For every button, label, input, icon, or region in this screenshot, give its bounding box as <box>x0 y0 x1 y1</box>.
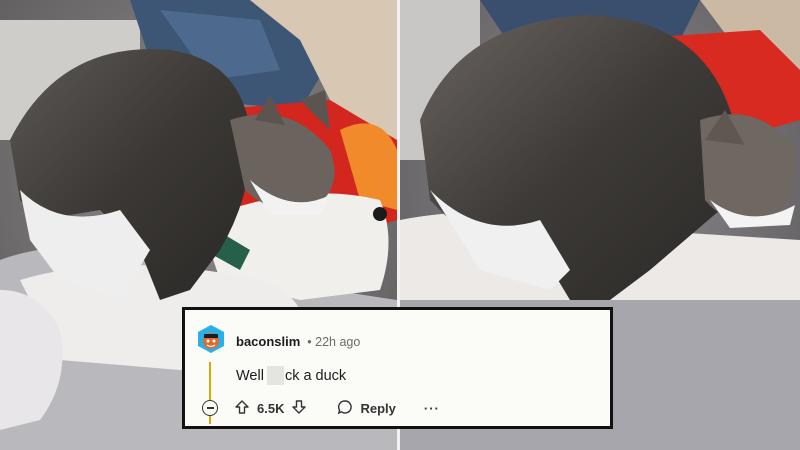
comment-body: Well ck a duck <box>236 366 346 385</box>
reply-button[interactable]: Reply <box>337 399 396 418</box>
comment-card: baconslim • 22h ago Well ck a duck 6.5K … <box>182 307 613 429</box>
upvote-arrow-icon[interactable] <box>234 399 250 418</box>
timestamp-text: 22h ago <box>315 335 361 349</box>
comment-text-end: ck a duck <box>284 367 347 384</box>
comment-header: baconslim • 22h ago <box>236 334 360 349</box>
comment-username[interactable]: baconslim <box>236 334 300 349</box>
comment-actions: 6.5K Reply ··· <box>202 396 600 420</box>
snoo-avatar-icon[interactable] <box>196 324 226 354</box>
collapse-minus-icon[interactable] <box>202 400 218 416</box>
vote-count: 6.5K <box>257 400 285 416</box>
reply-label: Reply <box>360 400 396 416</box>
censor-block <box>266 366 284 385</box>
comment-timestamp: • 22h ago <box>307 335 361 349</box>
speech-bubble-icon <box>337 399 353 418</box>
ellipsis-icon[interactable]: ··· <box>424 401 440 416</box>
vote-controls: 6.5K <box>234 399 307 418</box>
downvote-arrow-icon[interactable] <box>291 399 307 418</box>
comment-text-start: Well <box>236 367 264 384</box>
